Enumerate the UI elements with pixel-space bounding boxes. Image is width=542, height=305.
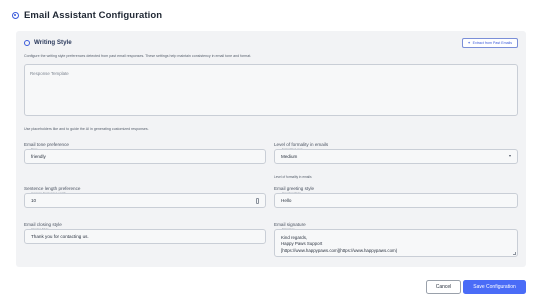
settings-icon — [12, 11, 19, 19]
closing-input[interactable]: Thank you for contacting us. — [24, 229, 266, 244]
page-title: Email Assistant Configuration — [24, 9, 163, 21]
palette-icon — [24, 39, 30, 46]
save-configuration-button[interactable]: Save Configuration — [463, 280, 526, 294]
formality-helper: Level of formality in emails — [274, 175, 312, 179]
cancel-button[interactable]: Cancel — [426, 280, 461, 294]
extract-from-past-emails-button[interactable]: ✦ Extract from Past Emails — [461, 38, 518, 48]
tone-input[interactable]: friendly — [24, 149, 266, 164]
placeholder-hint: Use placeholders like and to guide the A… — [24, 127, 149, 131]
section-header: Writing Style — [24, 39, 72, 46]
stepper-icon[interactable] — [256, 198, 259, 204]
signature-line: [https://www.happypaws.com](https://www.… — [281, 247, 398, 253]
formality-select[interactable]: Medium — [274, 149, 518, 164]
closing-value: Thank you for contacting us. — [31, 234, 89, 239]
formality-value: Medium — [281, 154, 298, 159]
sparkle-icon: ✦ — [467, 41, 471, 45]
section-description: Configure the writing style preferences … — [24, 54, 252, 58]
sentence-length-input[interactable]: 10 — [24, 193, 266, 208]
resize-handle-icon[interactable] — [513, 252, 516, 255]
greeting-input[interactable]: Hello — [274, 193, 518, 208]
response-template-placeholder: Response Template — [30, 71, 69, 76]
greeting-value: Hello — [281, 198, 292, 203]
response-template-textarea[interactable]: Response Template — [24, 64, 518, 116]
page-header: Email Assistant Configuration — [0, 0, 542, 30]
section-title: Writing Style — [34, 39, 72, 46]
chevron-down-icon — [509, 155, 511, 157]
writing-style-panel: Writing Style ✦ Extract from Past Emails… — [16, 31, 526, 267]
tone-value: friendly — [31, 154, 46, 159]
extract-button-label: Extract from Past Emails — [472, 41, 512, 45]
sentence-length-value: 10 — [31, 198, 37, 203]
signature-textarea[interactable]: Kind regards, Happy Paws Support [https:… — [274, 229, 518, 257]
